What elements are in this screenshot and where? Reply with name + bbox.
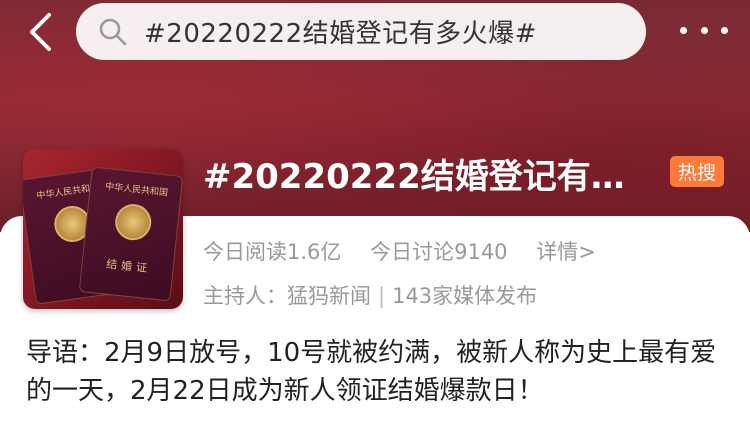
- topic-intro: 导语：2月9日放号，10号就被约满，被新人称为史上最有爱的一天，2月22日成为新…: [26, 338, 717, 406]
- back-chevron-icon: [30, 13, 51, 51]
- hot-search-badge: 热搜: [670, 156, 724, 187]
- topic-cover-image: 中华人民共和国 中华人民共和国 结婚证: [23, 149, 183, 309]
- reads-count: 今日阅读1.6亿: [203, 240, 342, 264]
- search-icon: [99, 18, 127, 45]
- divider: |: [378, 284, 386, 308]
- detail-link[interactable]: 详情>: [536, 240, 596, 264]
- topic-title: #20220222结婚登记有多…: [203, 157, 653, 197]
- search-query-text: #20220222结婚登记有多火爆#: [144, 19, 537, 49]
- more-dots-icon: [680, 26, 687, 34]
- host-label: 主持人：猛犸新闻: [203, 284, 371, 308]
- more-options-button[interactable]: [680, 18, 728, 42]
- topic-stats: 今日阅读1.6亿 今日讨论9140 详情>: [203, 236, 618, 266]
- media-count: 143家媒体发布: [392, 284, 538, 308]
- back-button[interactable]: [20, 12, 60, 52]
- host-info: 主持人：猛犸新闻 | 143家媒体发布: [203, 280, 537, 310]
- search-bar[interactable]: #20220222结婚登记有多火爆#: [76, 3, 646, 60]
- marriage-certificate-image: 中华人民共和国 结婚证: [78, 166, 183, 302]
- national-emblem-icon: [113, 202, 154, 242]
- discussion-count: 今日讨论9140: [370, 240, 508, 264]
